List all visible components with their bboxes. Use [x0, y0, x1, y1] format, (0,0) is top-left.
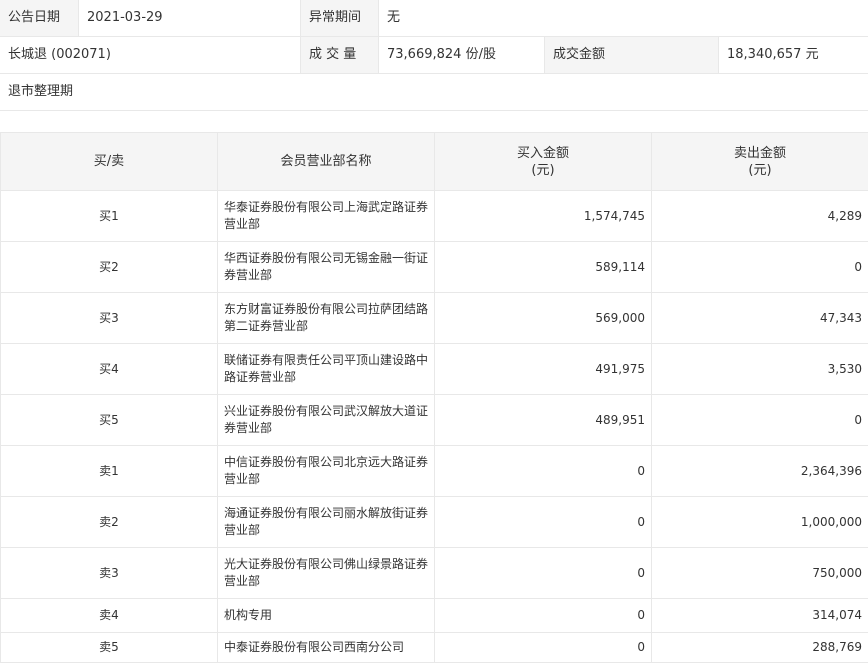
row-broker: 机构专用: [217, 598, 435, 633]
abnormal-period-label: 异常期间: [300, 0, 378, 36]
row-sell-amount: 288,769: [651, 632, 868, 663]
table-row: 卖1 中信证券股份有限公司北京远大路证券营业部 0 2,364,396: [0, 445, 868, 497]
row-sell-amount: 47,343: [651, 292, 868, 344]
header-broker: 会员营业部名称: [217, 132, 435, 191]
row-sell-amount: 4,289: [651, 190, 868, 242]
row-sell-amount: 3,530: [651, 343, 868, 395]
row-sell-amount: 314,074: [651, 598, 868, 633]
row-buy-amount: 0: [434, 547, 652, 599]
row-broker: 光大证券股份有限公司佛山绿景路证券营业部: [217, 547, 435, 599]
row-side: 卖2: [0, 496, 218, 548]
row-buy-amount: 0: [434, 632, 652, 663]
info-row-date: 公告日期 2021-03-29 异常期间 无: [0, 0, 868, 37]
table-row: 买1 华泰证券股份有限公司上海武定路证券营业部 1,574,745 4,289: [0, 190, 868, 242]
row-buy-amount: 589,114: [434, 241, 652, 293]
row-sell-amount: 0: [651, 394, 868, 446]
row-broker: 华西证券股份有限公司无锡金融一街证券营业部: [217, 241, 435, 293]
turnover-value: 18,340,657 元: [718, 37, 868, 73]
row-side: 买2: [0, 241, 218, 293]
row-broker: 海通证券股份有限公司丽水解放街证券营业部: [217, 496, 435, 548]
broker-trading-table: 买/卖 会员营业部名称 买入金额 (元) 卖出金额 (元) 买1 华泰证券股份有…: [0, 132, 868, 663]
row-side: 买4: [0, 343, 218, 395]
table-header-row: 买/卖 会员营业部名称 买入金额 (元) 卖出金额 (元): [0, 132, 868, 191]
row-broker: 中泰证券股份有限公司西南分公司: [217, 632, 435, 663]
row-side: 卖5: [0, 632, 218, 663]
header-buy-amount: 买入金额 (元): [434, 132, 652, 191]
info-row-reason: 退市整理期: [0, 74, 868, 111]
volume-label: 成 交 量: [300, 37, 378, 73]
row-broker: 中信证券股份有限公司北京远大路证券营业部: [217, 445, 435, 497]
row-broker: 东方财富证券股份有限公司拉萨团结路第二证券营业部: [217, 292, 435, 344]
announce-date-value: 2021-03-29: [78, 0, 300, 36]
volume-value: 73,669,824 份/股: [378, 37, 544, 73]
header-sell-amount-unit: (元): [748, 162, 772, 178]
row-broker: 兴业证券股份有限公司武汉解放大道证券营业部: [217, 394, 435, 446]
row-buy-amount: 0: [434, 598, 652, 633]
section-gap: [0, 111, 868, 132]
row-side: 买3: [0, 292, 218, 344]
row-broker: 联储证券有限责任公司平顶山建设路中路证券营业部: [217, 343, 435, 395]
header-sell-amount: 卖出金额 (元): [651, 132, 868, 191]
table-row: 买3 东方财富证券股份有限公司拉萨团结路第二证券营业部 569,000 47,3…: [0, 292, 868, 344]
abnormal-period-value: 无: [378, 0, 868, 36]
row-buy-amount: 491,975: [434, 343, 652, 395]
info-row-stock: 长城退 (002071) 成 交 量 73,669,824 份/股 成交金额 1…: [0, 37, 868, 74]
header-buy-amount-unit: (元): [531, 162, 555, 178]
table-row: 卖4 机构专用 0 314,074: [0, 598, 868, 633]
stock-name: 长城退 (002071): [0, 37, 300, 73]
row-sell-amount: 0: [651, 241, 868, 293]
row-sell-amount: 750,000: [651, 547, 868, 599]
table-row: 卖3 光大证券股份有限公司佛山绿景路证券营业部 0 750,000: [0, 547, 868, 599]
row-buy-amount: 0: [434, 445, 652, 497]
header-sell-amount-label: 卖出金额: [733, 145, 786, 161]
announce-date-label: 公告日期: [0, 0, 78, 36]
row-side: 买1: [0, 190, 218, 242]
header-side: 买/卖: [0, 132, 218, 191]
row-side: 买5: [0, 394, 218, 446]
row-sell-amount: 1,000,000: [651, 496, 868, 548]
row-buy-amount: 0: [434, 496, 652, 548]
turnover-label: 成交金额: [544, 37, 718, 73]
table-row: 买2 华西证券股份有限公司无锡金融一街证券营业部 589,114 0: [0, 241, 868, 293]
row-side: 卖3: [0, 547, 218, 599]
row-side: 卖4: [0, 598, 218, 633]
row-buy-amount: 569,000: [434, 292, 652, 344]
table-row: 买4 联储证券有限责任公司平顶山建设路中路证券营业部 491,975 3,530: [0, 343, 868, 395]
table-row: 买5 兴业证券股份有限公司武汉解放大道证券营业部 489,951 0: [0, 394, 868, 446]
table-row: 卖5 中泰证券股份有限公司西南分公司 0 288,769: [0, 632, 868, 663]
header-buy-amount-label: 买入金额: [516, 145, 569, 161]
row-buy-amount: 489,951: [434, 394, 652, 446]
row-side: 卖1: [0, 445, 218, 497]
row-sell-amount: 2,364,396: [651, 445, 868, 497]
table-row: 卖2 海通证券股份有限公司丽水解放街证券营业部 0 1,000,000: [0, 496, 868, 548]
listing-reason: 退市整理期: [0, 74, 868, 110]
row-broker: 华泰证券股份有限公司上海武定路证券营业部: [217, 190, 435, 242]
row-buy-amount: 1,574,745: [434, 190, 652, 242]
